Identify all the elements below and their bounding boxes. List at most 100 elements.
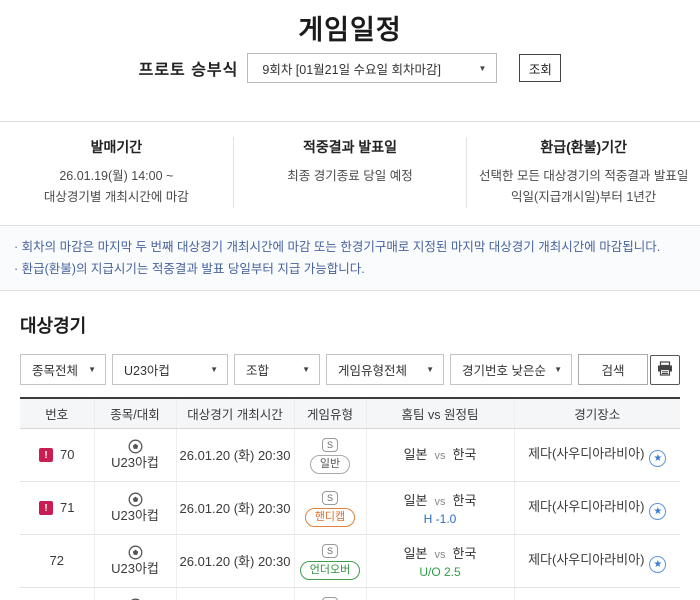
table-header-row: 번호 종목/대회 대상경기 개최시간 게임유형 홈팀 vs 원정팀 경기장소: [20, 398, 680, 428]
filter-select-value: 종목전체: [32, 360, 78, 379]
print-button[interactable]: [650, 355, 680, 385]
teams-cell: 일본 vs 한국: [366, 428, 514, 481]
section-title-target-games: 대상경기: [20, 312, 680, 338]
info-card-title: 환급(환불)기간: [477, 137, 690, 157]
vs-label: vs: [435, 496, 446, 508]
filter-league-select[interactable]: U23아컵 ▼: [112, 354, 228, 385]
teams-cell: 일본 vs 한국 U/O 2.5: [366, 534, 514, 587]
gametype-cell: S 일반: [294, 428, 366, 481]
league-cell: U23아컵: [94, 428, 176, 481]
away-team: 한국: [453, 447, 477, 462]
alert-icon: !: [39, 448, 53, 462]
venue-name: 제다(사우디아라비아): [528, 499, 644, 514]
info-card-title: 발매기간: [10, 137, 223, 157]
gametype-pill: 일반: [310, 455, 350, 474]
soccer-ball-icon: [95, 545, 176, 560]
games-table: 번호 종목/대회 대상경기 개최시간 게임유형 홈팀 vs 원정팀 경기장소 !…: [20, 397, 680, 600]
col-header-datetime: 대상경기 개최시간: [176, 398, 294, 428]
alert-icon: !: [39, 501, 53, 515]
away-team: 한국: [453, 546, 477, 561]
gametype-pill: 언더오버: [300, 561, 360, 580]
info-card-refund-period: 환급(환불)기간 선택한 모든 대상경기의 적중결과 발표일 익일(지급개시일)…: [466, 137, 700, 208]
gametype-cell: S 언더오버: [294, 534, 366, 587]
filter-select-value: 게임유형전체: [338, 360, 407, 379]
venue-cell: 제다(사우디아라비아) ★: [514, 481, 680, 534]
game-number: 71: [60, 500, 74, 515]
chevron-down-icon: ▼: [478, 64, 486, 73]
venue-cell: 제다(사우디아라비아) ★: [514, 428, 680, 481]
league-cell: U23아컵: [94, 534, 176, 587]
chevron-down-icon: ▼: [554, 365, 562, 374]
datetime-cell: 26.01.20 (화) 20:30: [176, 481, 294, 534]
table-row: !73 U23아컵 26.01.20 (화) 20:30 S SUM 일본vs한…: [20, 587, 680, 600]
chevron-down-icon: ▼: [302, 365, 310, 374]
league-name: U23아컵: [95, 561, 176, 577]
venue-name: 제다(사우디아라비아): [528, 552, 644, 567]
filter-sport-select[interactable]: 종목전체 ▼: [20, 354, 106, 385]
round-select-value: 9회차 [01월21일 수요일 회차마감]: [262, 59, 441, 78]
venue-cell: 제다(사우디아라비아)★: [514, 587, 680, 600]
col-header-venue: 경기장소: [514, 398, 680, 428]
teams-cell: 일본vs한국: [366, 587, 514, 600]
single-game-icon: S: [322, 438, 338, 452]
single-game-icon: S: [322, 597, 338, 600]
info-card-line: 최종 경기종료 당일 예정: [244, 166, 457, 187]
filter-sort-select[interactable]: 경기번호 낮은순 ▼: [450, 354, 572, 385]
info-card-sales-period: 발매기간 26.01.19(월) 14:00 ~ 대상경기별 개최시간에 마감: [0, 137, 233, 208]
filter-row: 종목전체 ▼ U23아컵 ▼ 조합 ▼ 게임유형전체 ▼ 경기번호 낮은순 ▼ …: [20, 354, 680, 385]
venue-name: 제다(사우디아라비아): [528, 446, 644, 461]
info-card-result-date: 적중결과 발표일 최종 경기종료 당일 예정: [233, 137, 467, 208]
vs-label: vs: [435, 450, 446, 462]
home-team: 일본: [404, 447, 428, 462]
single-game-icon: S: [322, 544, 338, 558]
filter-combo-select[interactable]: 조합 ▼: [234, 354, 320, 385]
away-team: 한국: [453, 493, 477, 508]
search-button[interactable]: 검색: [578, 354, 648, 385]
handicap-line: U/O 2.5: [367, 565, 514, 579]
table-row: !71 U23아컵 26.01.20 (화) 20:30 S 핸디캡 일본vs한…: [20, 481, 680, 534]
notice-line: · 환급(환불)의 지급시기는 적중결과 발표 당일부터 지급 가능합니다.: [14, 258, 686, 280]
round-selector-row: 프로토 승부식 9회차 [01월21일 수요일 회차마감] ▼ 조회: [0, 53, 700, 83]
col-header-number: 번호: [20, 398, 94, 428]
filter-select-value: 조합: [246, 360, 269, 379]
game-number: 72: [50, 553, 64, 568]
info-card-title: 적중결과 발표일: [244, 137, 457, 157]
round-select[interactable]: 9회차 [01월21일 수요일 회차마감] ▼: [247, 53, 497, 83]
filter-gametype-select[interactable]: 게임유형전체 ▼: [326, 354, 444, 385]
col-header-teams: 홈팀 vs 원정팀: [366, 398, 514, 428]
filter-select-value: 경기번호 낮은순: [462, 360, 546, 379]
soccer-ball-icon: [95, 492, 176, 507]
chevron-down-icon: ▼: [210, 365, 218, 374]
handicap-line: H -1.0: [367, 512, 514, 526]
datetime-cell: 26.01.20 (화) 20:30: [176, 534, 294, 587]
info-card-line: 대상경기별 개최시간에 마감: [10, 187, 223, 208]
table-row: !72 U23아컵 26.01.20 (화) 20:30 S 언더오버 일본 vs…: [20, 534, 680, 587]
star-icon[interactable]: ★: [649, 450, 666, 467]
venue-cell: 제다(사우디아라비아) ★: [514, 534, 680, 587]
chevron-down-icon: ▼: [88, 365, 96, 374]
gametype-cell: S 핸디캡: [294, 481, 366, 534]
game-number: 70: [60, 447, 74, 462]
round-info-cards: 발매기간 26.01.19(월) 14:00 ~ 대상경기별 개최시간에 마감 …: [0, 121, 700, 225]
league-cell: U23아컵: [94, 587, 176, 600]
league-name: U23아컵: [95, 508, 176, 524]
league-cell: U23아컵: [94, 481, 176, 534]
page-title: 게임일정: [0, 8, 700, 47]
home-team: 일본: [404, 546, 428, 561]
gametype-cell: S SUM: [294, 587, 366, 600]
game-number-cell: !73: [20, 587, 94, 600]
star-icon[interactable]: ★: [649, 503, 666, 520]
datetime-cell: 26.01.20 (화) 20:30: [176, 428, 294, 481]
game-number-cell: !72: [20, 534, 94, 587]
league-name: U23아컵: [95, 455, 176, 471]
query-button[interactable]: 조회: [519, 54, 561, 82]
vs-label: vs: [435, 549, 446, 561]
single-game-icon: S: [322, 491, 338, 505]
star-icon[interactable]: ★: [649, 556, 666, 573]
proto-label: 프로토 승부식: [139, 56, 239, 80]
info-card-line: 26.01.19(월) 14:00 ~: [10, 166, 223, 187]
datetime-cell: 26.01.20 (화) 20:30: [176, 587, 294, 600]
table-row: ! 70 U23아컵 26.01.20 (화) 20:30 S 일반 일본 vs 한국…: [20, 428, 680, 481]
filter-select-value: U23아컵: [124, 360, 170, 379]
col-header-gametype: 게임유형: [294, 398, 366, 428]
